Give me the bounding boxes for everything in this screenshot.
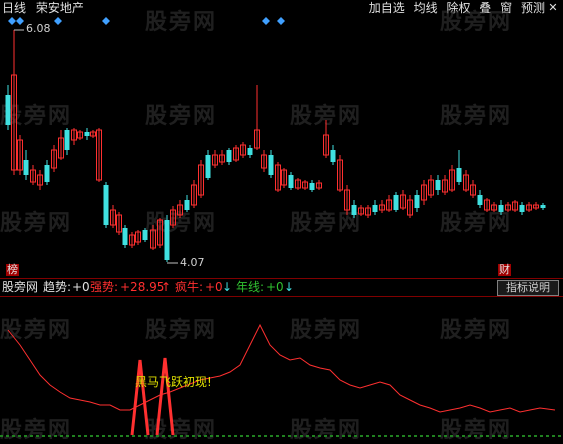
candle-body — [288, 175, 294, 188]
cai-marker[interactable]: 财 — [498, 264, 511, 276]
candle-body — [351, 205, 357, 215]
year-line-value: +0 — [266, 280, 284, 294]
indicator-name: 股旁网 — [2, 280, 39, 294]
candle-body — [226, 150, 232, 162]
candle-body — [122, 228, 128, 245]
bang-marker[interactable]: 榜 — [6, 264, 19, 276]
candle-body — [23, 160, 29, 175]
signal-diamond-icon — [262, 17, 270, 25]
candle-body — [5, 95, 11, 125]
spike-signal — [130, 359, 150, 436]
candle-body — [519, 205, 525, 212]
candle-body — [456, 168, 462, 182]
year-line-arrow-icon: ↓ — [284, 280, 295, 294]
strength-label: 强势: — [90, 280, 119, 294]
candle-body — [84, 132, 90, 136]
bull-arrow-icon: ↓ — [222, 280, 233, 294]
candle-body — [414, 195, 420, 208]
candle-body — [184, 200, 190, 210]
candle-body — [44, 165, 50, 182]
candle-body — [247, 148, 253, 155]
signal-diamond-icon — [277, 17, 285, 25]
signal-text: 黑马飞跃初现! — [135, 375, 212, 389]
low-price-label: 4.07 — [180, 256, 205, 269]
signal-diamond-icon — [102, 17, 110, 25]
indicator-help-button[interactable]: 指标说明 — [497, 280, 559, 296]
signal-diamond-icon — [54, 17, 62, 25]
candle-body — [477, 195, 483, 205]
candle-body — [498, 205, 504, 212]
year-line-label: 年线: — [236, 280, 265, 294]
candle-body — [372, 205, 378, 212]
signal-diamond-icon — [16, 17, 24, 25]
trend-value: +0 — [72, 280, 90, 294]
candle-body — [393, 195, 399, 210]
bull-value: +0 — [205, 280, 223, 294]
candle-body — [205, 155, 211, 178]
trend-label: 趋势: — [43, 280, 72, 294]
candle-body — [142, 230, 148, 240]
strength-arrow-icon: ↑ — [161, 280, 172, 294]
candle-body — [64, 130, 70, 150]
candle-body — [309, 183, 315, 190]
signal-diamond-icon — [8, 17, 16, 25]
indicator-line — [7, 323, 556, 413]
indicator-bar: 股旁网 趋势: +0 强势: +28.95 ↑ 疯牛: +0 ↓ 年线: +0 … — [0, 278, 563, 297]
candle-body — [330, 150, 336, 162]
high-price-label: 6.08 — [26, 22, 51, 35]
candle-body — [103, 185, 109, 225]
spike-signal — [155, 357, 175, 436]
candle-body — [268, 155, 274, 175]
bull-label: 疯牛: — [175, 280, 204, 294]
candle-body — [435, 180, 441, 190]
candle-body — [540, 205, 546, 208]
candlestick-chart[interactable] — [0, 0, 563, 438]
strength-value: +28.95 — [120, 280, 165, 294]
candle-body — [164, 220, 170, 260]
